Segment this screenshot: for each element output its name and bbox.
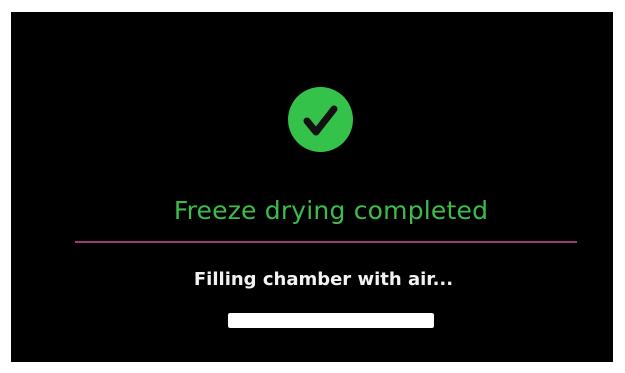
display-screen: Freeze drying completed Filling chamber … — [11, 12, 613, 362]
progress-fill — [228, 313, 434, 328]
checkmark-icon — [303, 105, 338, 136]
success-badge — [288, 87, 353, 152]
status-title: Freeze drying completed — [173, 196, 489, 225]
divider — [75, 241, 577, 243]
status-message: Filling chamber with air... — [193, 269, 454, 290]
progress-bar — [228, 313, 434, 328]
